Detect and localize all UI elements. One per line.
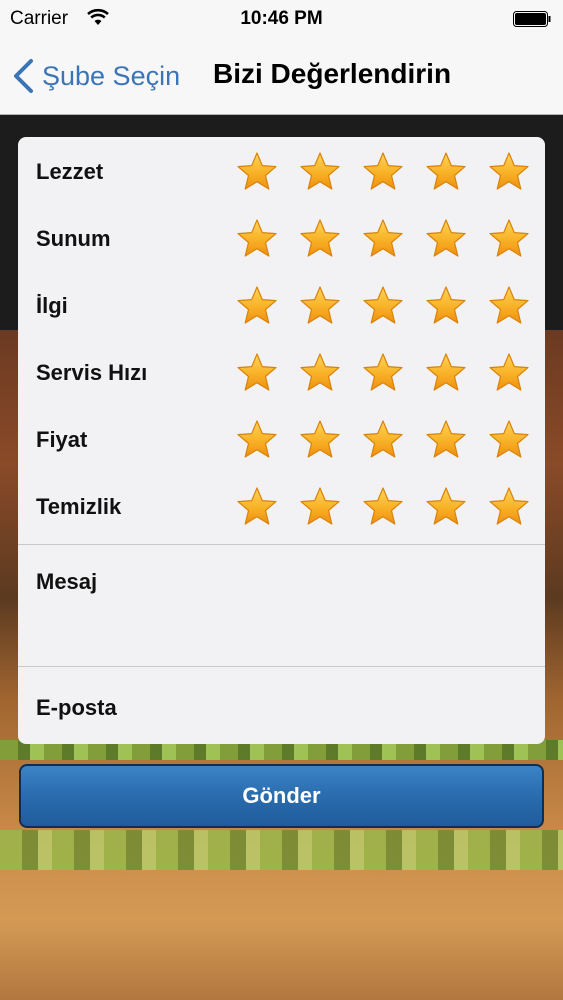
rating-label: Servis Hızı	[36, 360, 148, 385]
star-icon[interactable]	[299, 352, 341, 394]
rating-label: Sunum	[36, 226, 111, 251]
star-rating	[236, 419, 545, 461]
page-title: Bizi Değerlendirin	[213, 58, 452, 89]
message-field[interactable]	[18, 545, 545, 666]
rating-row: Lezzet	[18, 137, 545, 203]
star-icon[interactable]	[236, 151, 278, 193]
star-icon[interactable]	[299, 419, 341, 461]
rating-row: İlgi	[18, 271, 545, 337]
star-rating	[236, 352, 545, 394]
star-icon[interactable]	[236, 486, 278, 528]
star-rating	[236, 151, 545, 193]
star-rating	[236, 486, 545, 528]
star-icon[interactable]	[299, 151, 341, 193]
star-icon[interactable]	[299, 218, 341, 260]
star-icon[interactable]	[236, 218, 278, 260]
star-icon[interactable]	[488, 151, 530, 193]
star-rating	[236, 218, 545, 260]
rating-label: İlgi	[36, 293, 68, 318]
star-icon[interactable]	[299, 285, 341, 327]
star-icon[interactable]	[488, 285, 530, 327]
battery-icon	[513, 11, 551, 27]
star-icon[interactable]	[488, 218, 530, 260]
star-icon[interactable]	[425, 419, 467, 461]
chevron-left-icon	[14, 59, 33, 93]
star-icon[interactable]	[425, 285, 467, 327]
rating-row: Fiyat	[18, 405, 545, 471]
star-icon[interactable]	[425, 486, 467, 528]
rating-row: Sunum	[18, 204, 545, 270]
star-icon[interactable]	[425, 218, 467, 260]
star-icon[interactable]	[488, 419, 530, 461]
rating-label: Fiyat	[36, 427, 88, 452]
rating-row: Servis Hızı	[18, 338, 545, 404]
star-icon[interactable]	[425, 151, 467, 193]
rating-form-card: Lezzet Sunum İlgi Servis Hızı Fiyat Temizlik …	[18, 137, 545, 744]
star-icon[interactable]	[299, 486, 341, 528]
email-field[interactable]	[18, 667, 545, 744]
status-bar: Carrier 10:46 PM	[0, 0, 563, 38]
star-icon[interactable]	[236, 285, 278, 327]
star-icon[interactable]	[362, 285, 404, 327]
star-icon[interactable]	[362, 352, 404, 394]
navigation-bar: Şube Seçin Bizi Değerlendirin	[0, 38, 563, 115]
star-icon[interactable]	[362, 486, 404, 528]
star-icon[interactable]	[425, 352, 467, 394]
star-icon[interactable]	[236, 352, 278, 394]
back-button-label: Şube Seçin	[42, 60, 181, 91]
star-icon[interactable]	[488, 352, 530, 394]
background-lettuce-lower	[0, 830, 563, 870]
back-button[interactable]: Şube Seçin	[12, 54, 180, 98]
rating-row: Temizlik	[18, 472, 545, 538]
star-rating	[236, 285, 545, 327]
star-icon[interactable]	[236, 419, 278, 461]
rating-label: Temizlik	[36, 494, 122, 519]
send-button[interactable]: Gönder	[19, 764, 544, 828]
star-icon[interactable]	[362, 218, 404, 260]
star-icon[interactable]	[488, 486, 530, 528]
status-time: 10:46 PM	[240, 8, 323, 29]
rating-label: Lezzet	[36, 159, 104, 184]
star-icon[interactable]	[362, 151, 404, 193]
star-icon[interactable]	[362, 419, 404, 461]
